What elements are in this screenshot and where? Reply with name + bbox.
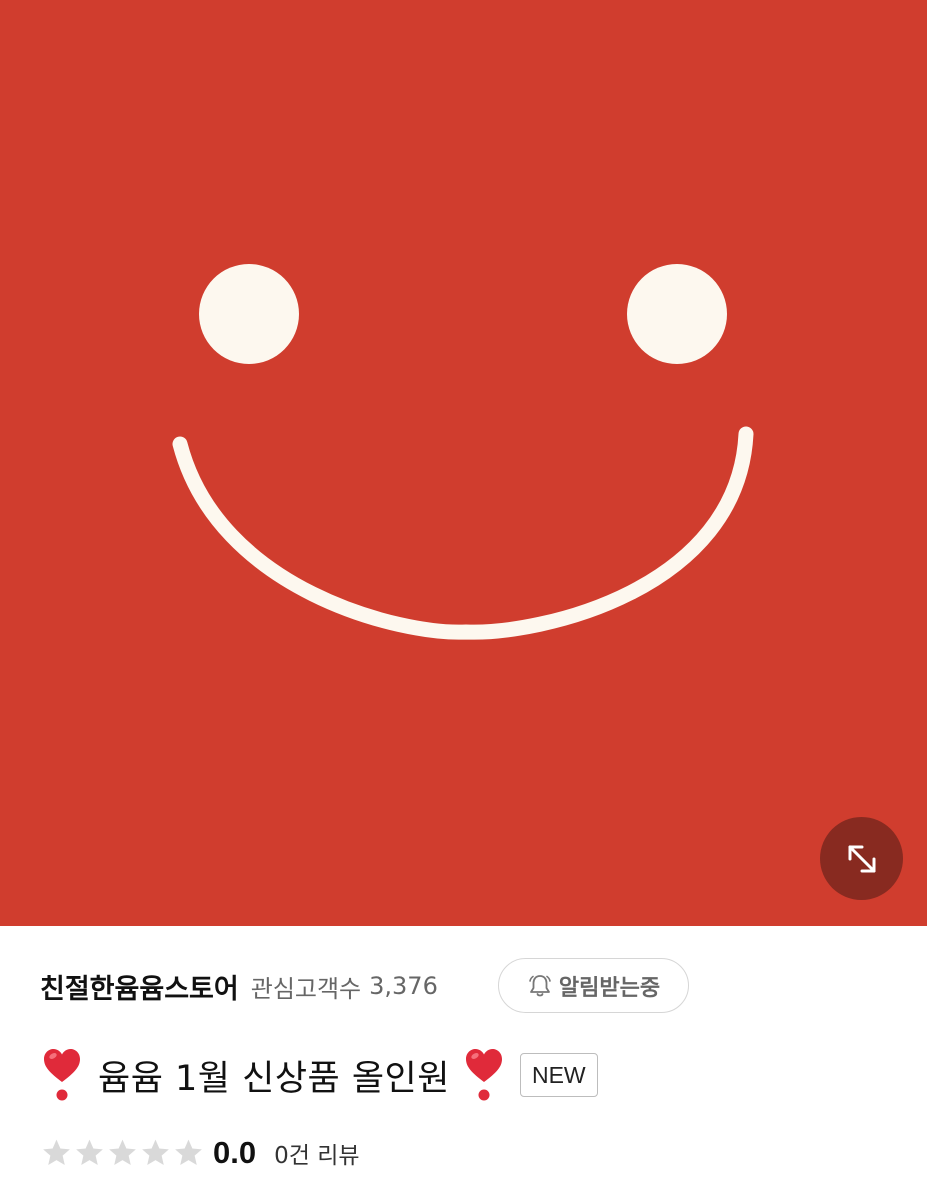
star-icon: [142, 1139, 169, 1165]
product-title: 윰윰 1월 신상품 올인원: [98, 1058, 450, 1099]
smile-mouth: [172, 426, 754, 640]
smiley-face-image: [172, 264, 754, 640]
new-badge: NEW: [519, 1053, 598, 1097]
bell-icon: [529, 974, 551, 996]
heart-exclamation-icon: [44, 1049, 80, 1101]
store-info-row: 친절한윰윰스토어 관심고객수 3,376: [40, 958, 438, 1014]
left-eye: [199, 264, 299, 364]
follower-count: 3,376: [369, 972, 438, 1000]
store-name-link[interactable]: 친절한윰윰스토어: [40, 967, 239, 1006]
star-icon: [175, 1139, 202, 1165]
notification-toggle-label: 알림받는중: [558, 975, 661, 1001]
heart-exclamation-icon: [465, 1049, 502, 1101]
product-title-row: 윰윰 1월 신상품 올인원 NEW: [40, 1045, 598, 1105]
right-eye: [627, 264, 727, 364]
notification-toggle-button[interactable]: 알림받는중: [498, 958, 689, 1013]
rating-row[interactable]: 0.0 0건 리뷰: [40, 1130, 360, 1176]
star-icon: [43, 1139, 70, 1165]
star-rating: [40, 1137, 205, 1169]
follower-label: 관심고객수: [250, 974, 362, 1003]
expand-arrows-icon: [848, 845, 875, 872]
expand-image-button[interactable]: [820, 817, 903, 900]
star-icon: [109, 1139, 136, 1165]
review-count-link[interactable]: 0건 리뷰: [274, 1136, 359, 1170]
product-image[interactable]: [0, 0, 927, 926]
star-icon: [76, 1139, 103, 1165]
rating-value: 0.0: [213, 1135, 257, 1170]
